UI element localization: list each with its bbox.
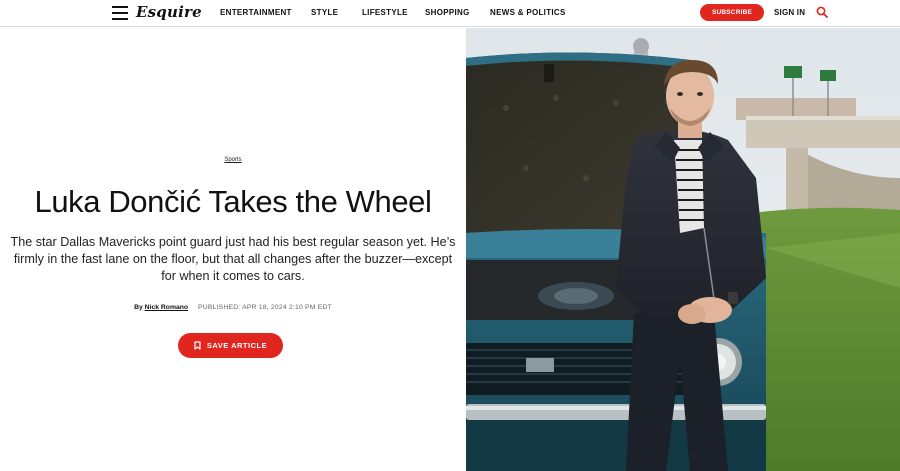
article-category: Sports [0, 157, 466, 163]
author-link[interactable]: Nick Romano [145, 304, 188, 311]
article-hero: Sports Luka Dončić Takes the Wheel The s… [0, 28, 466, 471]
nav-item-lifestyle[interactable]: LIFESTYLE [362, 8, 408, 17]
category-link[interactable]: Sports [224, 157, 241, 163]
search-icon[interactable] [816, 6, 828, 18]
hero-photo [466, 28, 900, 471]
bookmark-icon [194, 341, 201, 350]
save-article-label: SAVE ARTICLE [206, 341, 268, 350]
article-dek: The star Dallas Mavericks point guard ju… [10, 235, 456, 283]
nav-item-entertainment[interactable]: ENTERTAINMENT [220, 8, 292, 17]
nav-item-style[interactable]: STYLE [311, 8, 338, 17]
nav-item-news-politics[interactable]: NEWS & POLITICS [490, 8, 566, 17]
site-header: Esquire ENTERTAINMENT STYLE LIFESTYLE SH… [0, 0, 900, 27]
byline-prefix: By [134, 304, 143, 311]
hamburger-menu-icon[interactable] [112, 6, 128, 20]
article-title: Luka Dončić Takes the Wheel [34, 184, 432, 219]
nav-item-shopping[interactable]: SHOPPING [425, 8, 470, 17]
site-logo[interactable]: Esquire [136, 3, 202, 21]
save-article-button[interactable]: SAVE ARTICLE [178, 333, 283, 358]
hero-image [466, 28, 900, 471]
sign-in-link[interactable]: SIGN IN [774, 8, 805, 17]
byline: By Nick Romano PUBLISHED: APR 18, 2024 2… [0, 304, 466, 311]
published-date: PUBLISHED: APR 18, 2024 2:10 PM EDT [197, 304, 332, 311]
subscribe-button[interactable]: SUBSCRIBE [700, 4, 764, 21]
